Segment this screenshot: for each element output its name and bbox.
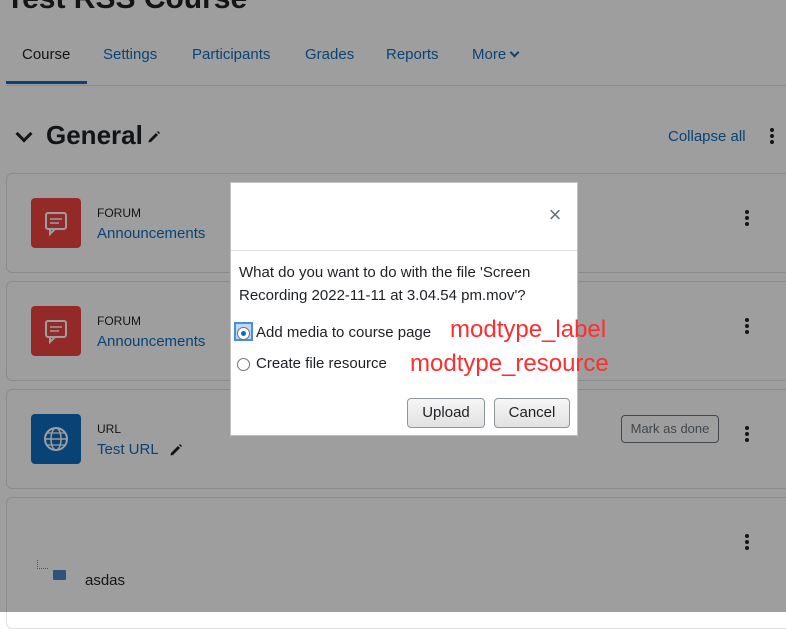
radio-create-resource[interactable] (237, 358, 250, 371)
upload-dialog: × What do you want to do with the file '… (230, 182, 578, 436)
option-label: Create file resource (256, 355, 387, 372)
close-icon[interactable]: × (545, 204, 565, 226)
radio-add-media[interactable] (237, 327, 250, 340)
annotation-resource: modtype_resource (410, 350, 609, 377)
dialog-header: × (231, 183, 577, 251)
dialog-question: What do you want to do with the file 'Sc… (239, 264, 531, 304)
cancel-button[interactable]: Cancel (494, 398, 570, 428)
option-label: Add media to course page (256, 324, 432, 341)
annotation-label: modtype_label (450, 316, 607, 343)
upload-button[interactable]: Upload (407, 398, 485, 428)
